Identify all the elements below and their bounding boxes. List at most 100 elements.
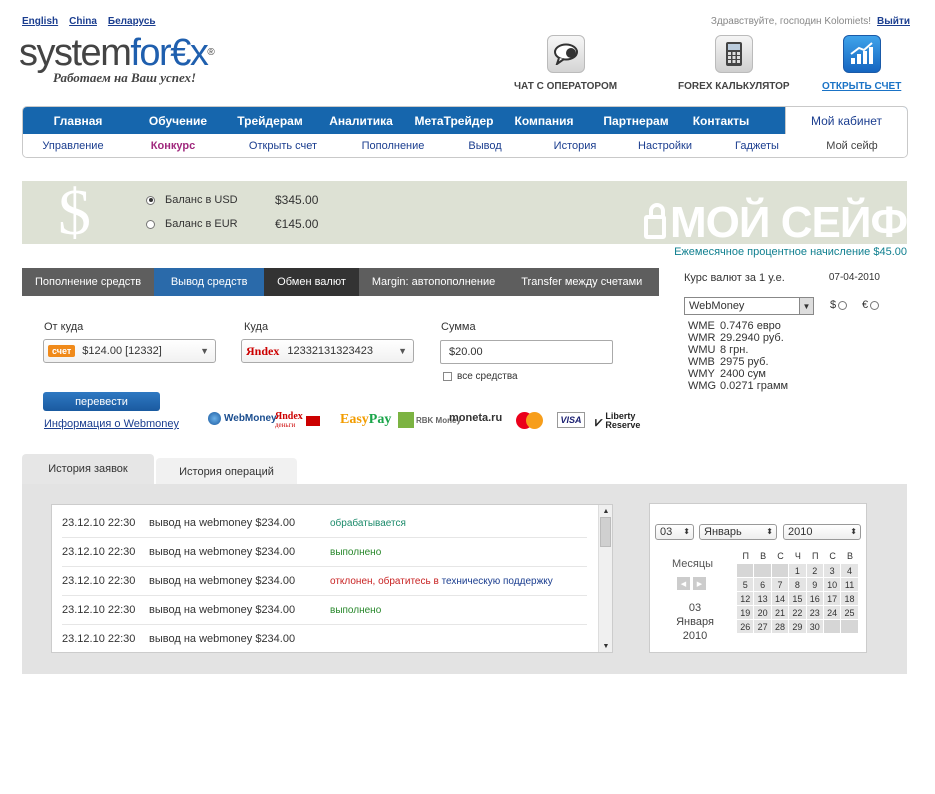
chevron-down-icon: ▼ [200, 346, 209, 356]
calendar-day[interactable]: 25 [841, 606, 858, 619]
calendar-day[interactable]: 8 [789, 578, 806, 591]
subnav-history[interactable]: История [527, 140, 623, 152]
calendar-day[interactable]: 23 [806, 606, 823, 619]
greeting-text: Здравствуйте, господин Kolomiets! [710, 16, 872, 27]
scroll-down-icon[interactable]: ▼ [599, 640, 612, 652]
tab-transfer-accounts[interactable]: Transfer между счетами [508, 268, 655, 296]
lang-belarus[interactable]: Беларусь [108, 16, 156, 27]
currency-usd-radio[interactable] [838, 300, 848, 310]
balance-eur-option[interactable]: Баланс в EUR €145.00 [146, 217, 318, 231]
site-logo[interactable]: systemfor€x® Работаем на Ваш успех! [19, 33, 215, 86]
payment-system-value: WebMoney [689, 300, 745, 312]
calendar-day[interactable]: 26 [737, 620, 754, 633]
nav-item-metatrader[interactable]: МетаТрейдер [405, 107, 503, 134]
subnav-gadgets[interactable]: Гаджеты [707, 140, 807, 152]
nav-item-company[interactable]: Компания [503, 107, 585, 134]
calendar-year-select[interactable]: 2010 ⬍ [783, 524, 861, 540]
subnav-withdraw[interactable]: Вывод [443, 140, 527, 152]
subnav-open-account[interactable]: Открыть счет [223, 140, 343, 152]
calendar-day[interactable]: 27 [754, 620, 771, 633]
calendar-day[interactable]: 14 [771, 592, 789, 605]
rate-row: WMU 8 грн. [688, 344, 749, 356]
subnav-management[interactable]: Управление [23, 140, 123, 152]
calendar-day[interactable]: 13 [754, 592, 771, 605]
to-wallet-select[interactable]: Яndex 12332131323423 ▼ [241, 339, 414, 363]
forex-calculator-button[interactable]: FOREX КАЛЬКУЛЯТОР [678, 35, 790, 92]
lang-china[interactable]: China [69, 16, 97, 27]
tab-withdraw-funds[interactable]: Вывод средств [154, 268, 265, 296]
nav-item-education[interactable]: Обучение [133, 107, 223, 134]
nav-item-analytics[interactable]: Аналитика [317, 107, 405, 134]
balance-usd-option[interactable]: Баланс в USD $345.00 [146, 193, 318, 207]
calendar-day[interactable]: 30 [806, 620, 823, 633]
operator-chat-button[interactable]: ЧАТ С ОПЕРАТОРОМ [514, 35, 617, 92]
from-account-select[interactable]: счет $124.00 [12332] ▼ [43, 339, 216, 363]
subnav-deposit[interactable]: Пополнение [343, 140, 443, 152]
tab-request-history[interactable]: История заявок [22, 454, 154, 484]
next-month-icon[interactable]: ▶ [693, 577, 706, 590]
scroll-up-icon[interactable]: ▲ [599, 505, 612, 517]
calendar-month-select[interactable]: Январь ⬍ [699, 524, 777, 540]
scroll-thumb[interactable] [600, 517, 611, 547]
history-scrollbar[interactable]: ▲ ▼ [598, 505, 612, 652]
transfer-button[interactable]: перевести [43, 392, 160, 411]
subnav-contest[interactable]: Конкурс [123, 140, 223, 152]
nav-item-my-cabinet[interactable]: Мой кабинет [785, 107, 907, 134]
balance-usd-radio[interactable] [146, 195, 155, 205]
tab-operation-history[interactable]: История операций [156, 458, 297, 486]
from-label: От куда [44, 321, 84, 333]
balance-eur-radio[interactable] [146, 219, 155, 229]
webmoney-logo: WebMoney [208, 412, 277, 425]
calendar-day[interactable]: 20 [754, 606, 771, 619]
calendar-day[interactable]: 11 [841, 578, 858, 591]
calendar-day[interactable]: 6 [754, 578, 771, 591]
row-status: выполнено [330, 546, 382, 558]
calendar-day[interactable]: 28 [771, 620, 789, 633]
payment-system-select[interactable]: WebMoney ▼ [684, 297, 814, 315]
currency-eur-radio[interactable] [870, 300, 880, 310]
calendar-day[interactable]: 3 [823, 564, 841, 577]
checkbox-box[interactable] [443, 372, 452, 381]
calendar-day[interactable]: 16 [806, 592, 823, 605]
open-account-button[interactable]: ОТКРЫТЬ СЧЕТ [822, 35, 901, 92]
webmoney-info-link[interactable]: Информация о Webmoney [44, 418, 179, 430]
main-navigation: Главная Обучение Трейдерам Аналитика Мет… [22, 106, 908, 158]
calendar-day[interactable]: 19 [737, 606, 754, 619]
calendar-day[interactable]: 15 [789, 592, 806, 605]
currency-eur-option[interactable]: € [862, 299, 880, 311]
lang-english[interactable]: English [22, 16, 58, 27]
tab-deposit-funds[interactable]: Пополнение средств [22, 268, 154, 296]
nav-item-partners[interactable]: Партнерам [585, 107, 687, 134]
history-tabs: История заявок История операций [22, 454, 297, 486]
calendar-day[interactable]: 21 [771, 606, 789, 619]
calendar-week: 26 27 28 29 30 [737, 620, 859, 633]
calendar-day[interactable]: 12 [737, 592, 754, 605]
nav-item-traders[interactable]: Трейдерам [223, 107, 317, 134]
subnav-my-safe[interactable]: Мой сейф [807, 140, 897, 152]
nav-item-home[interactable]: Главная [23, 107, 133, 134]
calendar-day[interactable]: 10 [823, 578, 841, 591]
nav-item-contacts[interactable]: Контакты [687, 107, 755, 134]
calendar-day[interactable]: 1 [789, 564, 806, 577]
tech-support-link[interactable]: техническую поддержку [442, 576, 553, 587]
calendar-day-select[interactable]: 03 ⬍ [655, 524, 694, 540]
calendar-day[interactable]: 22 [789, 606, 806, 619]
calendar-day[interactable]: 24 [823, 606, 841, 619]
operation-panel: Пополнение средств Вывод средств Обмен в… [22, 268, 659, 440]
calendar-day[interactable]: 9 [806, 578, 823, 591]
currency-usd-option[interactable]: $ [830, 299, 848, 311]
prev-month-icon[interactable]: ◀ [677, 577, 690, 590]
calendar-day[interactable]: 18 [841, 592, 858, 605]
sum-input[interactable]: $20.00 [440, 340, 613, 364]
calendar-day[interactable]: 17 [823, 592, 841, 605]
all-funds-checkbox[interactable]: все средства [443, 371, 518, 382]
calendar-day[interactable]: 7 [771, 578, 789, 591]
calendar-day[interactable]: 4 [841, 564, 858, 577]
tab-margin-autorefill[interactable]: Margin: автопополнение [359, 268, 508, 296]
tab-currency-exchange[interactable]: Обмен валют [264, 268, 359, 296]
calendar-day[interactable]: 5 [737, 578, 754, 591]
logout-link[interactable]: Выйти [877, 16, 910, 27]
subnav-settings[interactable]: Настройки [623, 140, 707, 152]
calendar-day[interactable]: 29 [789, 620, 806, 633]
calendar-day[interactable]: 2 [806, 564, 823, 577]
